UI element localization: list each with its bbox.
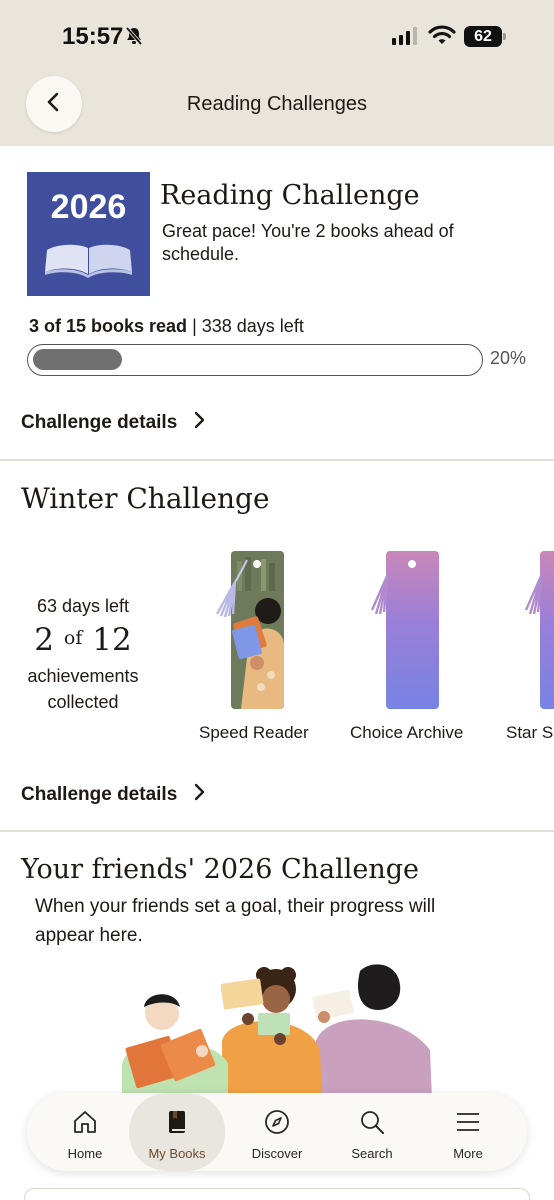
bottom-sheet-edge xyxy=(24,1188,530,1200)
tab-my-books[interactable]: My Books xyxy=(129,1093,225,1171)
friends-reading-illustration xyxy=(122,964,432,1100)
tab-discover[interactable]: Discover xyxy=(229,1093,325,1171)
bell-slash-icon xyxy=(124,26,144,51)
tab-label: Home xyxy=(67,1146,103,1161)
reading-challenge-details-link[interactable]: Challenge details xyxy=(21,411,205,435)
signal-icon xyxy=(392,27,417,45)
page-title: Reading Challenges xyxy=(186,93,368,115)
home-icon xyxy=(72,1109,98,1140)
battery-icon: 62 xyxy=(464,26,506,47)
progress-fill xyxy=(33,349,122,370)
tab-search[interactable]: Search xyxy=(324,1093,420,1171)
challenge-cover: 2026 xyxy=(27,172,150,296)
cover-year: 2026 xyxy=(50,188,127,226)
chevron-right-icon xyxy=(193,411,205,435)
achievements-count: 2 of 12 xyxy=(0,622,166,658)
achievements-collected: 2 xyxy=(34,622,55,658)
tab-label: More xyxy=(453,1146,483,1161)
separator: | xyxy=(187,316,202,336)
progress-percent: 20% xyxy=(490,348,527,368)
search-icon xyxy=(359,1109,385,1140)
menu-icon xyxy=(455,1109,481,1140)
winter-days-left: 63 days left xyxy=(36,596,130,616)
tab-home[interactable]: Home xyxy=(37,1093,133,1171)
divider xyxy=(0,459,554,461)
badge-label: Speed Reader xyxy=(199,723,309,742)
badge-label: Choice Archive xyxy=(350,723,464,742)
badge-label: Star Sc xyxy=(506,723,554,742)
badge-choice-archive[interactable] xyxy=(386,551,439,709)
achievements-total: 12 xyxy=(92,622,132,658)
tab-more[interactable]: More xyxy=(420,1093,516,1171)
achievements-caption: achievements collected xyxy=(27,666,139,712)
details-label: Challenge details xyxy=(21,784,178,805)
challenge-message: Great pace! You're 2 books ahead of sche… xyxy=(162,221,454,264)
tab-label: Discover xyxy=(251,1146,303,1161)
status-time: 15:57 xyxy=(62,23,124,50)
tassel-icon xyxy=(370,573,390,615)
chevron-right-icon xyxy=(193,783,205,807)
compass-icon xyxy=(264,1109,290,1140)
winter-challenge-details-link[interactable]: Challenge details xyxy=(21,783,205,807)
divider xyxy=(0,830,554,832)
tab-bar: Home My Books Discover Search More xyxy=(27,1093,527,1171)
tassel-icon xyxy=(215,559,248,618)
battery-level: 62 xyxy=(464,26,502,47)
progress-bar xyxy=(27,344,483,376)
tassel-icon xyxy=(524,573,544,615)
winter-challenge-title: Winter Challenge xyxy=(21,482,270,515)
open-book-icon xyxy=(45,244,132,278)
tab-label: My Books xyxy=(148,1146,206,1161)
tab-label: Search xyxy=(351,1146,393,1161)
progress-summary: 3 of 15 books read | 338 days left xyxy=(29,316,304,337)
days-left-text: 338 days left xyxy=(201,316,304,336)
of-word: of xyxy=(63,627,83,649)
my-books-icon xyxy=(164,1109,190,1140)
header-bar: 15:57 62 Reading Challenges xyxy=(0,0,554,146)
challenge-title: Reading Challenge xyxy=(160,180,420,211)
books-read-text: 3 of 15 books read xyxy=(29,316,188,336)
wifi-icon xyxy=(428,24,456,51)
details-label: Challenge details xyxy=(21,412,178,433)
friends-challenge-title: Your friends' 2026 Challenge xyxy=(21,854,419,885)
friends-challenge-message: When your friends set a goal, their prog… xyxy=(35,896,436,946)
